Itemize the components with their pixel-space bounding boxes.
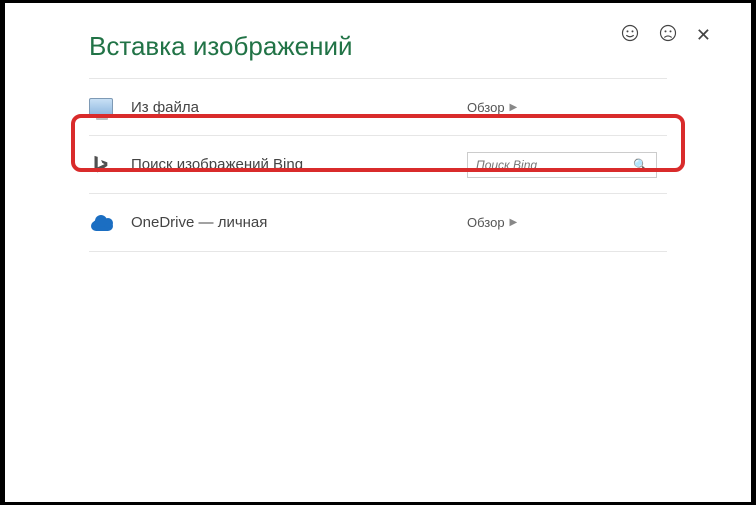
close-icon[interactable]: ✕: [696, 25, 711, 46]
dialog-title: Вставка изображений: [89, 31, 353, 62]
search-input[interactable]: [476, 158, 633, 172]
chevron-right-icon: ▶: [510, 217, 518, 228]
feedback-smile-icon[interactable]: [620, 23, 640, 43]
bing-icon: [89, 154, 131, 176]
dialog-header: Вставка изображений ✕: [5, 3, 751, 78]
browse-button[interactable]: Обзор ▶: [467, 215, 517, 230]
browse-button[interactable]: Обзор ▶: [467, 100, 517, 115]
browse-label: Обзор: [467, 100, 505, 115]
insert-pictures-dialog: Вставка изображений ✕ Из файла О: [5, 3, 751, 502]
bing-search-box[interactable]: 🔍: [467, 152, 657, 178]
onedrive-label: OneDrive — личная: [131, 214, 467, 231]
chevron-right-icon: ▶: [510, 102, 518, 113]
option-from-file[interactable]: Из файла Обзор ▶: [89, 78, 667, 136]
bing-label: Поиск изображений Bing: [131, 156, 467, 173]
search-icon[interactable]: 🔍: [633, 158, 648, 172]
option-bing-search[interactable]: Поиск изображений Bing 🔍: [89, 136, 667, 194]
browse-label: Обзор: [467, 215, 505, 230]
options-list: Из файла Обзор ▶ Поиск изображений Bing …: [5, 78, 751, 252]
feedback-frown-icon[interactable]: [658, 23, 678, 43]
onedrive-icon: [89, 215, 131, 231]
monitor-icon: [89, 98, 131, 116]
from-file-label: Из файла: [131, 99, 467, 116]
option-onedrive[interactable]: OneDrive — личная Обзор ▶: [89, 194, 667, 252]
